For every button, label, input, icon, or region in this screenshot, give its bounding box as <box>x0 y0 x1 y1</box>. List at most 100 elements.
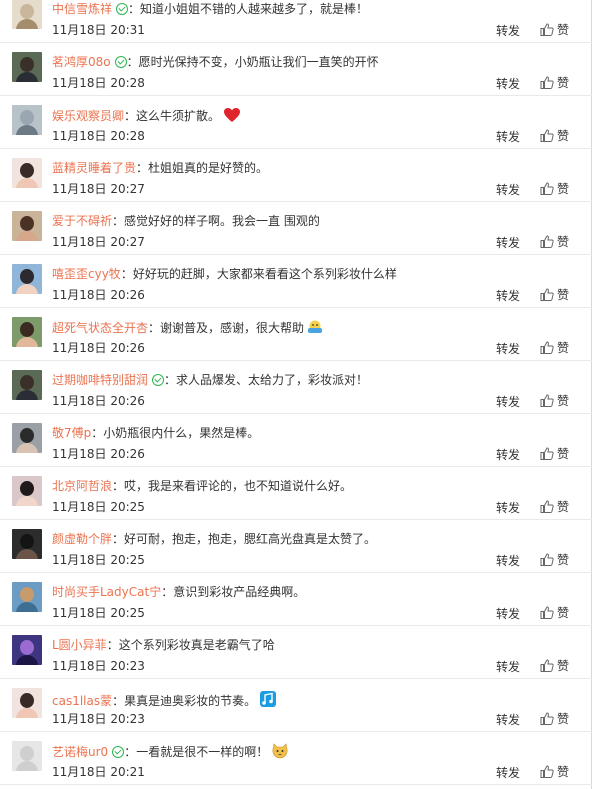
repost-button[interactable]: 转发 <box>496 77 520 91</box>
like-button[interactable]: 赞 <box>540 288 569 302</box>
comment-time: 11月18日 20:31 <box>52 23 145 37</box>
avatar[interactable] <box>12 52 42 82</box>
comment-text: 意识到彩妆产品经典啊。 <box>173 585 306 599</box>
comment-item: 娱乐观察员卿：这么牛须扩散。 11月18日 20:28 转发 赞 <box>0 96 592 149</box>
avatar[interactable] <box>12 317 42 347</box>
repost-button[interactable]: 转发 <box>496 289 520 303</box>
repost-button[interactable]: 转发 <box>496 395 520 409</box>
comment-item: 时尚买手LadyCat宁：意识到彩妆产品经典啊。 11月18日 20:25 转发… <box>0 573 592 626</box>
avatar[interactable] <box>12 582 42 612</box>
avatar[interactable] <box>12 423 42 453</box>
comment-text: 果真是迪奥彩妆的节奏。 <box>124 694 257 708</box>
like-button[interactable]: 赞 <box>540 606 569 620</box>
like-button[interactable]: 赞 <box>540 553 569 567</box>
heart-emoji-icon <box>223 107 241 123</box>
repost-button[interactable]: 转发 <box>496 448 520 462</box>
repost-button[interactable]: 转发 <box>496 713 520 727</box>
comment-item: 蓝精灵睡着了贵：杜姐姐真的是好赞的。 11月18日 20:27 转发 赞 <box>0 149 592 202</box>
like-button[interactable]: 赞 <box>540 712 569 726</box>
like-button[interactable]: 赞 <box>540 76 569 90</box>
avatar[interactable] <box>12 529 42 559</box>
thumbs-up-icon <box>540 765 554 778</box>
repost-button[interactable]: 转发 <box>496 130 520 144</box>
repost-button[interactable]: 转发 <box>496 554 520 568</box>
like-button[interactable]: 赞 <box>540 394 569 408</box>
comment-text: 好好玩的赶脚，大家都来看看这个系列彩妆什么样 <box>132 267 397 281</box>
avatar[interactable] <box>12 476 42 506</box>
like-button[interactable]: 赞 <box>540 659 569 673</box>
colon-separator: ： <box>106 638 119 652</box>
like-label: 赞 <box>557 23 570 37</box>
like-button[interactable]: 赞 <box>540 765 569 779</box>
username-link[interactable]: 超死气状态全开杏 <box>52 321 148 335</box>
comment-text: 小奶瓶很内什么，果然是棒。 <box>103 426 260 440</box>
username-link[interactable]: L圆小异菲 <box>52 638 107 652</box>
comment-time: 11月18日 20:26 <box>52 394 145 408</box>
repost-button[interactable]: 转发 <box>496 501 520 515</box>
like-button[interactable]: 赞 <box>540 500 569 514</box>
thumbs-up-icon <box>540 129 554 142</box>
like-label: 赞 <box>557 76 570 90</box>
avatar[interactable] <box>12 688 42 718</box>
like-button[interactable]: 赞 <box>540 447 569 461</box>
avatar[interactable] <box>12 264 42 294</box>
colon-separator: ： <box>112 214 125 228</box>
thumbs-up-icon <box>540 447 554 460</box>
colon-separator: ： <box>120 267 133 281</box>
like-button[interactable]: 赞 <box>540 182 569 196</box>
username-link[interactable]: 时尚买手LadyCat宁 <box>52 585 161 599</box>
comment-time: 11月18日 20:25 <box>52 500 145 514</box>
like-label: 赞 <box>557 553 570 567</box>
username-link[interactable]: 中信雪炼祥 <box>52 2 112 16</box>
colon-separator: ： <box>164 373 177 387</box>
username-link[interactable]: 爱于不碍祈 <box>52 214 112 228</box>
username-link[interactable]: cas1llas蒙 <box>52 694 112 708</box>
like-button[interactable]: 赞 <box>540 235 569 249</box>
username-link[interactable]: 嘻歪歪cyy牧 <box>52 267 121 281</box>
avatar[interactable] <box>12 741 42 771</box>
comment-item: 敬7傅p：小奶瓶很内什么，果然是棒。 11月18日 20:26 转发 赞 <box>0 414 592 467</box>
avatar[interactable] <box>12 158 42 188</box>
like-button[interactable]: 赞 <box>540 129 569 143</box>
lifebuoy-emoji-icon <box>307 319 323 335</box>
comment-item: 超死气状态全开杏：谢谢普及，感谢，很大帮助 11月18日 20:26 转发 赞 <box>0 308 592 361</box>
like-button[interactable]: 赞 <box>540 341 569 355</box>
like-label: 赞 <box>557 341 570 355</box>
username-link[interactable]: 蓝精灵睡着了贵 <box>52 161 136 175</box>
avatar[interactable] <box>12 105 42 135</box>
comment-time: 11月18日 20:26 <box>52 341 145 355</box>
username-link[interactable]: 敬7傅p <box>52 426 91 440</box>
username-link[interactable]: 艺诺梅ur0 <box>52 745 108 759</box>
comment-text: 一看就是很不一样的啊！ <box>136 745 269 759</box>
like-button[interactable]: 赞 <box>540 23 569 37</box>
repost-button[interactable]: 转发 <box>496 766 520 780</box>
avatar[interactable] <box>12 370 42 400</box>
username-link[interactable]: 过期咖啡特别甜润 <box>52 373 148 387</box>
repost-button[interactable]: 转发 <box>496 24 520 38</box>
comment-text: 求人品爆发、太给力了，彩妆派对！ <box>176 373 369 387</box>
username-link[interactable]: 北京阿哲浪 <box>52 479 112 493</box>
repost-button[interactable]: 转发 <box>496 342 520 356</box>
colon-separator: ： <box>126 55 139 69</box>
comment-item: 艺诺梅ur0 ：一看就是很不一样的啊！ 11月18日 20:21 转发 赞 <box>0 732 592 785</box>
username-link[interactable]: 颜虚勒个胖 <box>52 532 112 546</box>
comment-text: 这么牛须扩散。 <box>136 109 221 123</box>
comment-item: 爱于不碍祈：感觉好好的样子啊。我会一直 围观的 11月18日 20:27 转发 … <box>0 202 592 255</box>
comment-text: 哎，我是来看评论的，也不知道说什么好。 <box>124 479 353 493</box>
like-label: 赞 <box>557 712 570 726</box>
comment-time: 11月18日 20:27 <box>52 235 145 249</box>
avatar[interactable] <box>12 0 42 29</box>
repost-button[interactable]: 转发 <box>496 236 520 250</box>
comment-text: 谢谢普及，感谢，很大帮助 <box>160 321 305 335</box>
avatar[interactable] <box>12 211 42 241</box>
like-label: 赞 <box>557 288 570 302</box>
repost-button[interactable]: 转发 <box>496 607 520 621</box>
avatar[interactable] <box>12 635 42 665</box>
thumbs-up-icon <box>540 76 554 89</box>
username-link[interactable]: 茗鸿厚08o <box>52 55 111 69</box>
cat-emoji-icon <box>271 743 288 759</box>
repost-button[interactable]: 转发 <box>496 660 520 674</box>
username-link[interactable]: 娱乐观察员卿 <box>52 109 124 123</box>
thumbs-up-icon <box>540 606 554 619</box>
repost-button[interactable]: 转发 <box>496 183 520 197</box>
